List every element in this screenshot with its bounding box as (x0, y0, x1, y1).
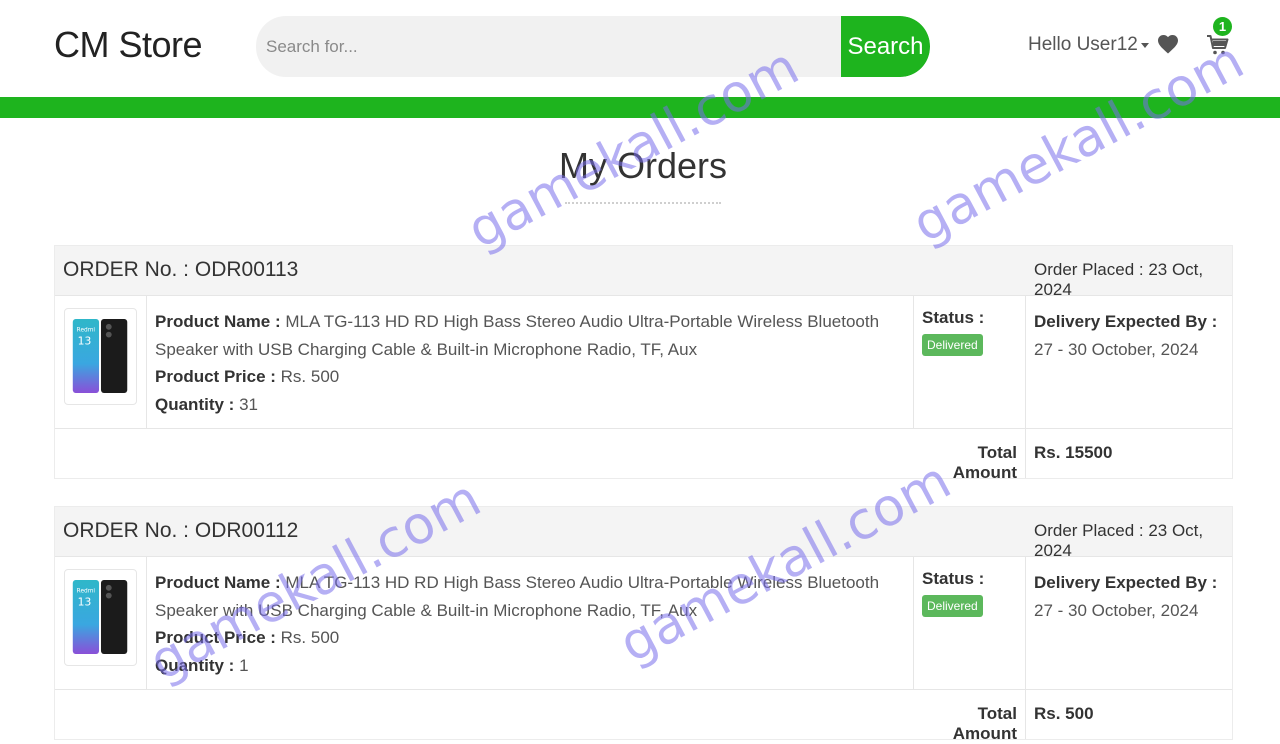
brand-logo[interactable]: CM Store (54, 24, 203, 66)
order-header: ORDER No. : ODR00112 Order Placed : 23 O… (55, 507, 1232, 560)
header-divider-bar (0, 97, 1280, 118)
order-number: ORDER No. : ODR00112 (63, 519, 299, 542)
user-menu[interactable]: Hello User12 (1028, 34, 1149, 56)
phone-thumbnail[interactable]: Redmi 13 (64, 569, 137, 666)
total-amount-value: Rs. 500 (1034, 704, 1094, 723)
delivery-label: Delivery Expected By : (1034, 573, 1218, 592)
order-card: ORDER No. : ODR00113 Order Placed : 23 O… (54, 245, 1233, 482)
status-badge: Delivered (922, 595, 983, 617)
svg-text:13: 13 (78, 595, 92, 608)
order-item-row: Redmi 13 Product Name : MLA TG-113 HD RD… (55, 296, 1232, 429)
total-amount-label: Total Amount (914, 429, 1026, 482)
svg-text:13: 13 (78, 334, 92, 347)
quantity-value: 1 (239, 655, 249, 675)
order-card: ORDER No. : ODR00112 Order Placed : 23 O… (54, 506, 1233, 743)
search-input[interactable] (256, 16, 841, 77)
phone-thumbnail[interactable]: Redmi 13 (64, 308, 137, 405)
site-header: CM Store Search Hello User12 1 (0, 0, 1280, 97)
product-price: Rs. 500 (280, 367, 340, 386)
quantity-label: Quantity : (155, 394, 235, 414)
search-bar: Search (256, 16, 930, 77)
order-number: ORDER No. : ODR00113 (63, 258, 299, 281)
status-badge: Delivered (922, 334, 983, 356)
product-image-cell: Redmi 13 (55, 296, 147, 428)
delivery-cell: Delivery Expected By : 27 - 30 October, … (1026, 296, 1232, 428)
product-price-label: Product Price : (155, 367, 276, 386)
delivery-dates: 27 - 30 October, 2024 (1034, 339, 1199, 359)
heart-icon[interactable] (1156, 32, 1180, 56)
status-cell: Status : Delivered (914, 557, 1026, 689)
product-price-label: Product Price : (155, 628, 276, 647)
order-placed-date: Order Placed : 23 Oct, 2024 (1034, 521, 1204, 560)
delivery-cell: Delivery Expected By : 27 - 30 October, … (1026, 557, 1232, 689)
product-price: Rs. 500 (280, 628, 340, 647)
quantity-value: 31 (239, 394, 258, 414)
product-details: Product Name : MLA TG-113 HD RD High Bas… (147, 296, 914, 428)
delivery-label: Delivery Expected By : (1034, 312, 1218, 331)
order-total-row: Total Amount Rs. 15500 (55, 429, 1232, 482)
order-placed-date: Order Placed : 23 Oct, 2024 (1034, 260, 1204, 299)
cart-icon[interactable] (1206, 33, 1230, 57)
caret-down-icon (1140, 42, 1149, 48)
title-underline (565, 202, 721, 204)
user-greeting: Hello User12 (1028, 34, 1138, 55)
order-total-row: Total Amount Rs. 500 (55, 690, 1232, 743)
svg-text:Redmi: Redmi (77, 589, 96, 595)
product-name-label: Product Name : (155, 312, 281, 331)
search-button[interactable]: Search (841, 16, 930, 77)
order-item-row: Redmi 13 Product Name : MLA TG-113 HD RD… (55, 557, 1232, 690)
status-cell: Status : Delivered (914, 296, 1026, 428)
total-amount-label: Total Amount (914, 690, 1026, 743)
product-image-cell: Redmi 13 (55, 557, 147, 689)
status-label: Status : (922, 308, 985, 327)
cart-count-badge: 1 (1213, 17, 1232, 36)
page-title: My Orders (558, 145, 727, 186)
svg-text:Redmi: Redmi (77, 328, 96, 334)
quantity-label: Quantity : (155, 655, 235, 675)
product-name-label: Product Name : (155, 573, 281, 592)
delivery-dates: 27 - 30 October, 2024 (1034, 600, 1199, 620)
product-details: Product Name : MLA TG-113 HD RD High Bas… (147, 557, 914, 689)
order-header: ORDER No. : ODR00113 Order Placed : 23 O… (55, 246, 1232, 299)
total-amount-value: Rs. 15500 (1034, 443, 1113, 462)
status-label: Status : (922, 569, 985, 588)
